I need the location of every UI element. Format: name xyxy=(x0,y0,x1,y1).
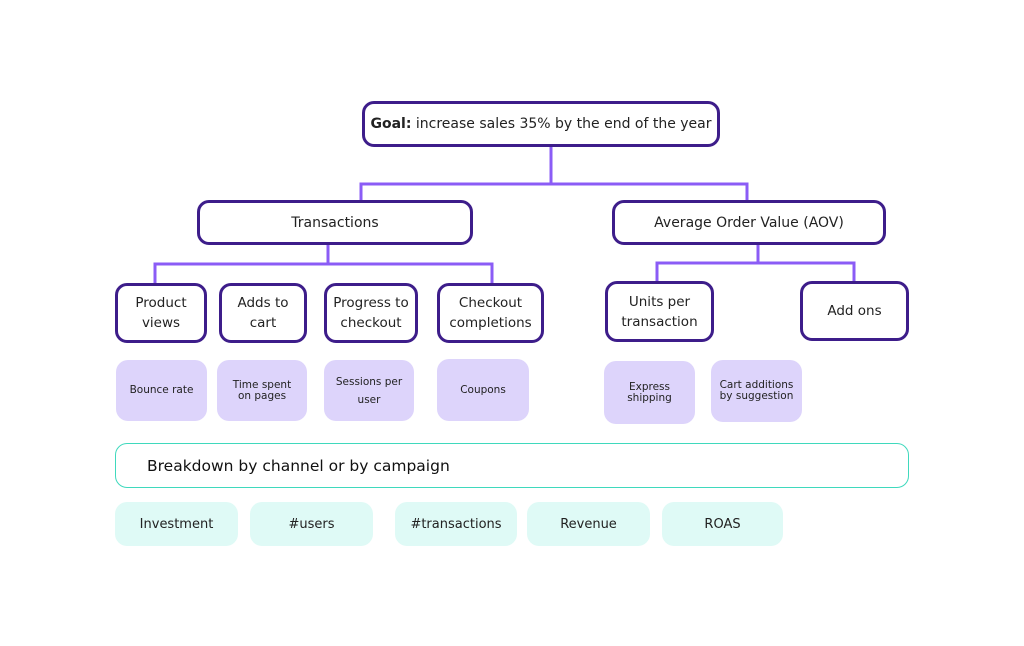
investment-chip: Investment xyxy=(115,502,238,546)
goal-label-bold: Goal: xyxy=(370,116,412,132)
transactions-chip: #transactions xyxy=(395,502,517,546)
node-label-line2: views xyxy=(141,315,181,331)
adds-to-cart-node: Adds to cart xyxy=(219,283,307,343)
node-label-line1: Progress to xyxy=(333,295,409,311)
tag-label-line1: Coupons xyxy=(460,383,506,396)
connector-aov-branch xyxy=(655,261,856,281)
transactions-label: Transactions xyxy=(291,214,379,231)
chip-label: #transactions xyxy=(410,516,502,532)
tag-label-line2: user xyxy=(357,393,381,406)
node-label-line1: Adds to xyxy=(237,295,289,311)
users-chip: #users xyxy=(250,502,373,546)
express-shipping-tag: Express shipping xyxy=(604,361,695,424)
time-spent-tag: Time spent on pages xyxy=(217,360,307,421)
revenue-chip: Revenue xyxy=(527,502,650,546)
breakdown-banner: Breakdown by channel or by campaign xyxy=(115,443,909,488)
bounce-rate-tag: Bounce rate xyxy=(116,360,207,421)
node-label-line1: Product xyxy=(135,295,187,311)
tag-label-line1: Express xyxy=(628,380,670,393)
aov-label: Average Order Value (AOV) xyxy=(654,214,844,231)
tag-label-line2: on pages xyxy=(237,389,287,402)
chip-label: #users xyxy=(288,516,335,532)
tag-label-line1: Sessions per xyxy=(335,375,403,388)
breakdown-label: Breakdown by channel or by campaign xyxy=(147,456,450,475)
node-label-line2: checkout xyxy=(340,315,402,331)
tag-label-line1: Bounce rate xyxy=(129,384,194,396)
chip-label: ROAS xyxy=(704,516,741,532)
node-label-line2: cart xyxy=(249,315,277,331)
node-label-line1: Units per xyxy=(628,293,691,310)
node-label-line2: transaction xyxy=(621,313,698,330)
node-label-line2: completions xyxy=(449,315,532,331)
sessions-per-user-tag: Sessions per user xyxy=(324,360,414,421)
cart-additions-tag: Cart additions by suggestion xyxy=(711,360,802,422)
node-label: Add ons xyxy=(827,303,882,319)
units-per-transaction-node: Units per transaction xyxy=(605,281,714,342)
roas-chip: ROAS xyxy=(662,502,783,546)
connector-transactions-branch xyxy=(153,262,494,283)
chip-label: Investment xyxy=(139,516,214,532)
goal-node: Goal: increase sales 35% by the end of t… xyxy=(362,101,720,147)
tag-label-line1: Time spent xyxy=(232,378,292,391)
product-views-node: Product views xyxy=(115,283,207,343)
connector-goal-branch xyxy=(359,182,749,200)
chip-label: Revenue xyxy=(560,516,617,532)
tag-label-line2: by suggestion xyxy=(719,390,794,402)
tag-label-line2: shipping xyxy=(627,391,672,404)
node-label-line1: Checkout xyxy=(458,295,523,311)
checkout-completions-node: Checkout completions xyxy=(437,283,544,343)
transactions-node: Transactions xyxy=(197,200,473,245)
add-ons-node: Add ons xyxy=(800,281,909,341)
coupons-tag: Coupons xyxy=(437,359,529,421)
aov-node: Average Order Value (AOV) xyxy=(612,200,886,245)
progress-to-checkout-node: Progress to checkout xyxy=(324,283,418,343)
goal-label-text: increase sales 35% by the end of the yea… xyxy=(411,116,712,132)
